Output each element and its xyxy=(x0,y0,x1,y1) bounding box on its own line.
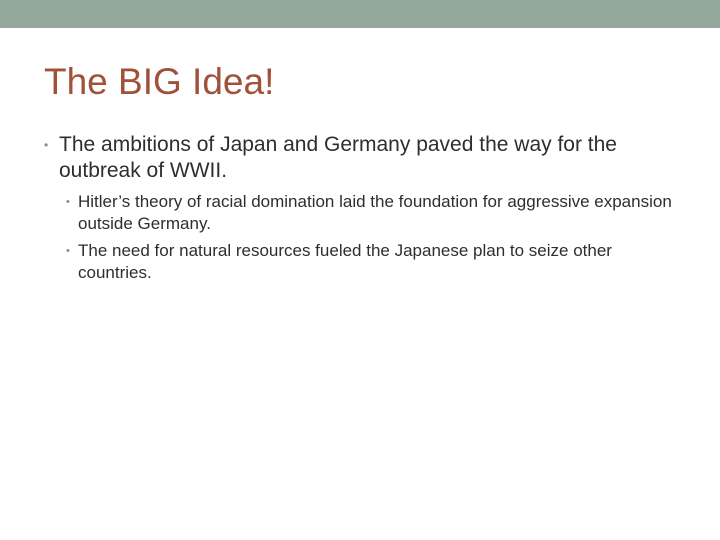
slide: The BIG Idea! • The ambitions of Japan a… xyxy=(0,0,720,540)
bullet-list: • The ambitions of Japan and Germany pav… xyxy=(44,132,684,289)
sub-bullet-text: Hitler’s theory of racial domination lai… xyxy=(78,192,672,233)
slide-title: The BIG Idea! xyxy=(44,61,275,102)
sub-bullet-text: The need for natural resources fueled th… xyxy=(78,241,612,282)
bullet-dot-icon: • xyxy=(44,138,49,152)
bullet-item-main: • The ambitions of Japan and Germany pav… xyxy=(44,132,684,284)
bullet-text: The ambitions of Japan and Germany paved… xyxy=(59,133,617,182)
bullet-dot-icon: • xyxy=(66,196,70,208)
top-accent-band xyxy=(0,0,720,28)
sub-bullet-item-racial-theory: • Hitler’s theory of racial domination l… xyxy=(59,191,684,235)
bullet-dot-icon: • xyxy=(66,245,70,257)
sub-bullet-item-natural-resources: • The need for natural resources fueled … xyxy=(59,240,684,284)
sub-bullet-list: • Hitler’s theory of racial domination l… xyxy=(59,191,684,284)
